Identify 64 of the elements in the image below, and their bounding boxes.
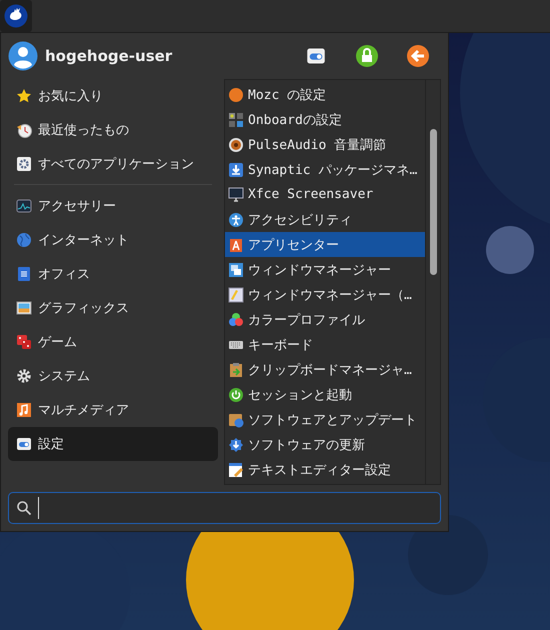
box-globe-icon bbox=[228, 412, 244, 428]
applications-menu-button[interactable] bbox=[0, 0, 32, 32]
app-item[interactable]: アクセシビリティ bbox=[225, 207, 425, 232]
category-item[interactable]: ゲーム bbox=[8, 325, 218, 359]
category-item[interactable]: システム bbox=[8, 359, 218, 393]
app-item[interactable]: ウィンドウマネージャー（… bbox=[225, 282, 425, 307]
keypad-icon bbox=[228, 112, 244, 128]
download-icon bbox=[228, 162, 244, 178]
accessibility-icon bbox=[228, 212, 244, 228]
globe-icon bbox=[16, 232, 32, 248]
app-item[interactable]: テキストエディター設定 bbox=[225, 457, 425, 482]
category-item[interactable]: マルチメディア bbox=[8, 393, 218, 427]
windows-icon bbox=[228, 262, 244, 278]
music-note-icon bbox=[16, 402, 32, 418]
clipboard-icon bbox=[228, 362, 244, 378]
text-cursor bbox=[38, 497, 39, 519]
search-field[interactable] bbox=[8, 492, 441, 524]
window-pencil-icon bbox=[228, 286, 244, 302]
lock-screen-button[interactable] bbox=[354, 43, 380, 69]
document-icon bbox=[16, 266, 32, 282]
speaker-icon bbox=[228, 136, 244, 152]
update-icon bbox=[228, 436, 244, 452]
monitor-icon bbox=[16, 198, 32, 214]
search-icon bbox=[16, 500, 32, 516]
app-item[interactable]: セッションと起動 bbox=[225, 382, 425, 407]
gear-icon bbox=[16, 156, 32, 172]
app-item[interactable]: カラープロファイル bbox=[225, 307, 425, 332]
app-item[interactable]: ウィンドウマネージャー bbox=[225, 257, 425, 282]
dice-icon bbox=[16, 334, 32, 350]
app-item[interactable]: Synaptic パッケージマネ… bbox=[225, 157, 425, 182]
screen-icon bbox=[228, 186, 244, 202]
toggle-icon bbox=[306, 46, 326, 66]
category-item[interactable]: アクセサリー bbox=[8, 189, 218, 223]
gear-icon bbox=[16, 368, 32, 384]
user-name: hogehoge-user bbox=[45, 47, 174, 65]
toggle-icon bbox=[16, 436, 32, 452]
app-item[interactable]: アプリセンター bbox=[225, 232, 425, 257]
scrollbar-thumb[interactable] bbox=[430, 129, 437, 275]
image-icon bbox=[16, 300, 32, 316]
category-item[interactable]: 設定 bbox=[8, 427, 218, 461]
category-item[interactable]: お気に入り bbox=[8, 79, 218, 113]
app-item[interactable]: PulseAudio 音量調節 bbox=[225, 132, 425, 157]
app-item[interactable]: キーボード bbox=[225, 332, 425, 357]
power-icon bbox=[228, 386, 244, 402]
app-item[interactable]: ソフトウェアとアップデート bbox=[225, 407, 425, 432]
mouse-logo-icon bbox=[4, 4, 28, 28]
app-item[interactable]: Mozc の設定 bbox=[225, 82, 425, 107]
user-avatar-icon bbox=[8, 41, 38, 71]
star-icon bbox=[16, 88, 32, 104]
category-item[interactable]: インターネット bbox=[8, 223, 218, 257]
app-item[interactable]: ソフトウェアの更新 bbox=[225, 432, 425, 457]
category-item[interactable]: 最近使ったもの bbox=[8, 113, 218, 147]
category-item[interactable]: グラフィックス bbox=[8, 291, 218, 325]
shopping-bag-icon bbox=[228, 236, 244, 252]
clock-icon bbox=[16, 122, 32, 138]
text-editor-icon bbox=[228, 462, 244, 478]
color-balls-icon bbox=[228, 312, 244, 328]
log-out-button[interactable] bbox=[405, 43, 431, 69]
lock-icon bbox=[355, 44, 379, 68]
app-item[interactable]: Onboardの設定 bbox=[225, 107, 425, 132]
app-item[interactable]: クリップボードマネージャ… bbox=[225, 357, 425, 382]
category-item[interactable]: すべてのアプリケーション bbox=[8, 147, 218, 181]
category-item[interactable]: オフィス bbox=[8, 257, 218, 291]
app-item[interactable]: Xfce Screensaver bbox=[225, 182, 425, 207]
